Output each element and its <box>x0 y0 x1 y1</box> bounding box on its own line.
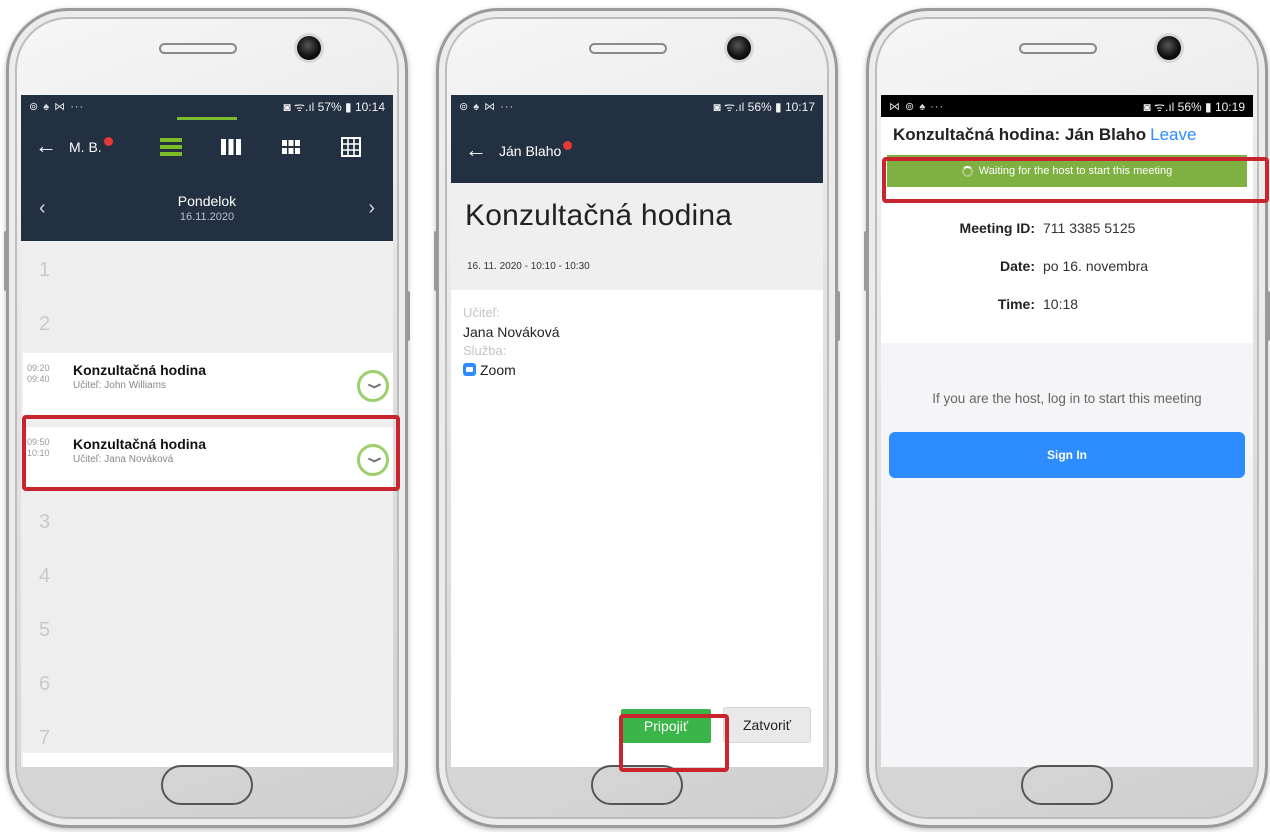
toolbar: ← M. B. <box>21 117 393 175</box>
service-label: Služba: <box>463 343 507 358</box>
notification-dot <box>563 141 573 150</box>
schedule-list: 1 2 09:20 09:40 Konzultačná hodina Učite… <box>21 241 393 767</box>
status-bar: ⊚ ♠ ⋈ ··· ◙ ᯤ.ıl 56% ▮ 10:17 <box>451 95 823 117</box>
slot-number: 4 <box>39 565 51 587</box>
host-message: If you are the host, log in to start thi… <box>932 391 1202 406</box>
list-view-icon[interactable] <box>141 135 201 159</box>
user-name: M. B. <box>69 137 113 155</box>
time-row: Time: 10:18 <box>881 285 1253 323</box>
grid-small-icon[interactable] <box>261 135 321 159</box>
day-date: 16.11.2020 <box>179 211 235 223</box>
side-button <box>4 231 8 291</box>
status-icons-left: ⋈ ⊚ ♠ ··· <box>889 100 945 113</box>
meeting-id-row: Meeting ID: 711 3385 5125 <box>881 209 1253 247</box>
highlight-box <box>882 157 1269 203</box>
date-label: Date: <box>999 258 1035 274</box>
back-arrow-icon[interactable]: ← <box>35 133 69 159</box>
chevron-left-icon[interactable]: ‹ <box>39 197 46 220</box>
slot-number: 5 <box>39 619 51 641</box>
event-datetime: 16. 11. 2020 - 10:10 - 10:30 <box>467 261 590 272</box>
leave-link[interactable]: Leave <box>1150 125 1196 144</box>
host-section: If you are the host, log in to start thi… <box>881 343 1253 767</box>
meeting-id-value: 711 3385 5125 <box>1043 220 1136 236</box>
status-bar: ⊚ ♠ ⋈ ··· ◙ ᯤ.ıl 57% ▮ 10:14 <box>21 95 393 117</box>
side-button <box>836 291 840 341</box>
status-icons-left: ⊚ ♠ ⋈ ··· <box>29 100 85 113</box>
phone-frame-3: ⋈ ⊚ ♠ ··· ◙ ᯤ.ıl 56% ▮ 10:19 Konzultačná… <box>864 8 1270 828</box>
front-camera <box>297 36 321 60</box>
event-title-box: Konzultačná hodina 16. 11. 2020 - 10:10 … <box>451 183 823 290</box>
service-name: Zoom <box>480 362 516 378</box>
home-button[interactable] <box>1021 765 1113 805</box>
day-navigator: ‹ Pondelok 16.11.2020 › <box>21 175 393 241</box>
side-button <box>864 231 868 291</box>
day-name: Pondelok <box>177 193 237 209</box>
teacher-label: Učiteľ: <box>463 305 501 320</box>
slot-number: 1 <box>39 259 51 281</box>
user-name: Ján Blaho <box>499 141 573 159</box>
speaker-grille <box>159 43 237 54</box>
teacher-value: Jana Nováková <box>463 324 560 340</box>
time-label: Time: <box>997 296 1035 312</box>
status-icons-left: ⊚ ♠ ⋈ ··· <box>459 100 515 113</box>
date-value: po 16. novembra <box>1043 258 1149 274</box>
detail-header: ⊚ ♠ ⋈ ··· ◙ ᯤ.ıl 56% ▮ 10:17 ← Ján Blaho <box>451 95 823 183</box>
event-details: Učiteľ: Jana Nováková Služba: Zoom <box>451 290 823 394</box>
grid-large-icon[interactable] <box>321 135 381 159</box>
event-end: 09:40 <box>27 374 50 384</box>
slot-number: 2 <box>39 313 51 335</box>
phone-frame-2: ⊚ ♠ ⋈ ··· ◙ ᯤ.ıl 56% ▮ 10:17 ← Ján Blaho… <box>434 8 840 828</box>
close-button[interactable]: Zatvoriť <box>723 707 811 743</box>
meeting-id-label: Meeting ID: <box>959 220 1035 236</box>
user-name-text: M. B. <box>69 139 102 155</box>
service-value: Zoom <box>463 360 811 380</box>
meeting-title-text: Konzultačná hodina: Ján Blaho <box>893 125 1147 144</box>
clock-icon <box>357 370 389 402</box>
day-label: Pondelok 16.11.2020 <box>178 193 236 223</box>
event-title: Konzultačná hodina <box>465 199 733 232</box>
speaker-grille <box>1019 43 1097 54</box>
zoom-icon <box>463 363 476 376</box>
event-teacher: Učiteľ: John Williams <box>73 380 166 391</box>
side-button <box>406 291 410 341</box>
slot-number: 6 <box>39 673 51 695</box>
active-view-indicator <box>177 117 237 120</box>
view-switcher <box>141 135 381 159</box>
time-value: 10:18 <box>1043 296 1079 312</box>
event-times: 09:20 09:40 <box>27 363 50 385</box>
status-icons-right: ◙ ᯤ.ıl 56% ▮ 10:19 <box>1143 99 1245 114</box>
highlight-box <box>619 714 729 772</box>
event-title: Konzultačná hodina <box>73 362 206 378</box>
screen-event-detail: ⊚ ♠ ⋈ ··· ◙ ᯤ.ıl 56% ▮ 10:17 ← Ján Blaho… <box>451 95 823 767</box>
meeting-title: Konzultačná hodina: Ján Blaho Leave <box>881 117 1253 145</box>
front-camera <box>1157 36 1181 60</box>
calendar-header: ⊚ ♠ ⋈ ··· ◙ ᯤ.ıl 57% ▮ 10:14 ← M. B. ‹ P… <box>21 95 393 241</box>
event-item[interactable]: 09:20 09:40 Konzultačná hodina Učiteľ: J… <box>23 353 393 415</box>
highlight-box <box>22 415 400 491</box>
sign-in-button[interactable]: Sign In <box>889 432 1245 478</box>
meeting-info: Meeting ID: 711 3385 5125 Date: po 16. n… <box>881 209 1253 323</box>
slot-number: 3 <box>39 511 51 533</box>
front-camera <box>727 36 751 60</box>
status-bar: ⋈ ⊚ ♠ ··· ◙ ᯤ.ıl 56% ▮ 10:19 <box>881 95 1253 117</box>
date-row: Date: po 16. novembra <box>881 247 1253 285</box>
toolbar: ← Ján Blaho <box>451 117 823 183</box>
back-arrow-icon[interactable]: ← <box>465 137 499 163</box>
week-view-icon[interactable] <box>201 135 261 159</box>
side-button <box>1266 291 1270 341</box>
status-icons-right: ◙ ᯤ.ıl 57% ▮ 10:14 <box>283 99 385 114</box>
user-name-text: Ján Blaho <box>499 143 562 159</box>
home-button[interactable] <box>161 765 253 805</box>
event-start: 09:20 <box>27 363 50 373</box>
speaker-grille <box>589 43 667 54</box>
side-button <box>434 231 438 291</box>
status-icons-right: ◙ ᯤ.ıl 56% ▮ 10:17 <box>713 99 815 114</box>
notification-dot <box>103 137 113 146</box>
chevron-right-icon[interactable]: › <box>368 197 375 220</box>
